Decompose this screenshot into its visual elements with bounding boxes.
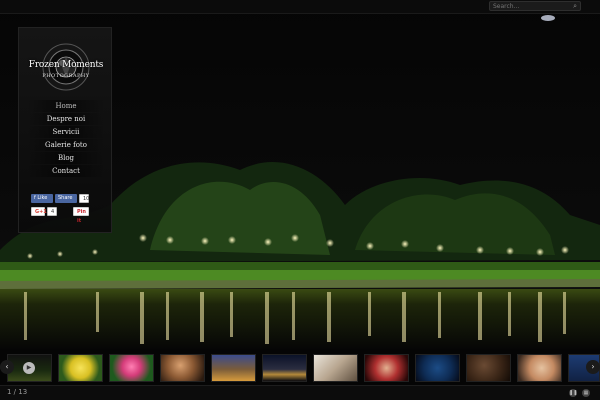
facebook-count: 10	[79, 194, 89, 203]
grid-icon[interactable]: ▦	[582, 389, 590, 397]
facebook-buttons: f Like Share 10	[31, 194, 89, 203]
thumbnail-3[interactable]	[109, 354, 154, 382]
gplus-pin-buttons: G+1 4 Pin it	[31, 207, 89, 224]
thumbnail-11[interactable]	[517, 354, 562, 382]
thumbnail-4[interactable]	[160, 354, 205, 382]
like-label: Like	[37, 195, 48, 201]
brand-subtitle: PHOTOGRAPHY	[42, 73, 90, 79]
thumbnail-6[interactable]	[262, 354, 307, 382]
chevron-right-icon[interactable]: ›	[586, 360, 600, 374]
search-box[interactable]: ⌕	[489, 1, 581, 11]
pause-icon[interactable]: ❚❚	[569, 389, 577, 397]
search-input[interactable]	[493, 2, 565, 10]
gplus-button[interactable]: G+1	[31, 207, 47, 216]
chevron-left-icon[interactable]: ‹	[0, 360, 14, 374]
search-icon[interactable]: ⌕	[573, 2, 577, 10]
sidebar-panel: Frozen Moments PHOTOGRAPHY Home Despre n…	[18, 27, 112, 233]
main-nav: Home Despre noi Servicii Galerie foto Bl…	[27, 100, 105, 178]
nav-item-blog[interactable]: Blog	[27, 152, 105, 164]
thumbnail-7[interactable]	[313, 354, 358, 382]
thumbnail-9[interactable]	[415, 354, 460, 382]
pinterest-button[interactable]: Pin it	[73, 207, 89, 224]
status-bar: 1 / 13 ❚❚ ▦	[0, 385, 600, 400]
facebook-like-button[interactable]: f Like	[31, 194, 53, 203]
brand-title: Frozen Moments	[28, 60, 104, 70]
slide-counter: 1 / 13	[7, 388, 28, 396]
nav-item-home[interactable]: Home	[27, 100, 105, 112]
thumbnail-10[interactable]	[466, 354, 511, 382]
play-icon[interactable]: ▶	[23, 362, 35, 374]
nav-item-contact[interactable]: Contact	[27, 165, 105, 177]
nav-item-servicii[interactable]: Servicii	[27, 126, 105, 138]
nav-item-despre-noi[interactable]: Despre noi	[27, 113, 105, 125]
logo[interactable]: Frozen Moments PHOTOGRAPHY	[25, 36, 107, 98]
gplus-count: 4	[47, 207, 57, 216]
thumbnail-track: ▶	[0, 350, 600, 386]
slideshow-stage: ⌕ Frozen Moments PHOTOGRAPHY Home Despre…	[0, 0, 600, 400]
nav-item-galerie-foto[interactable]: Galerie foto	[27, 139, 105, 151]
facebook-share-button[interactable]: Share	[55, 194, 77, 203]
thumbnail-2[interactable]	[58, 354, 103, 382]
thumbnail-5[interactable]	[211, 354, 256, 382]
thumbnail-8[interactable]	[364, 354, 409, 382]
top-bar: ⌕	[0, 0, 600, 14]
